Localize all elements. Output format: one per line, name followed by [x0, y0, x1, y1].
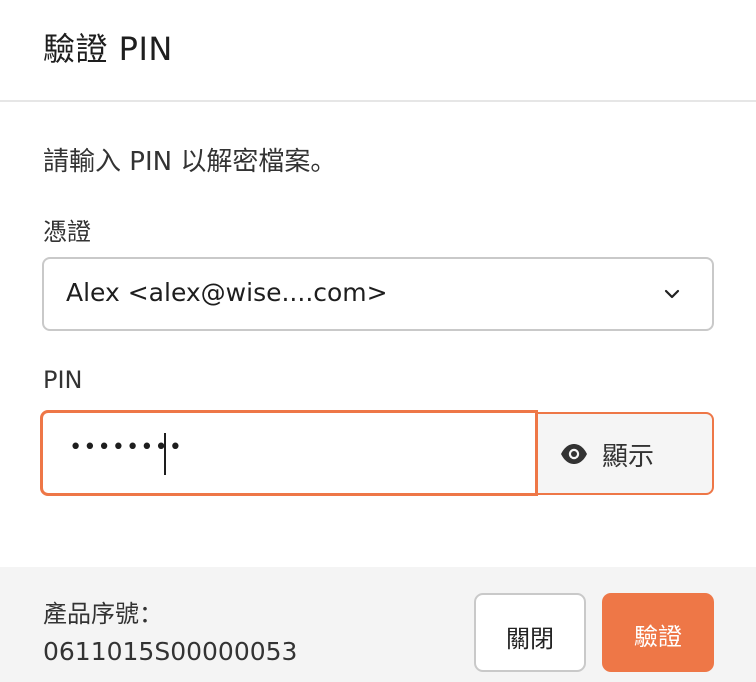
credential-selected-value: Alex <alex@wise....com>	[66, 278, 388, 307]
dialog-prompt: 請輸入 PIN 以解密檔案。	[43, 147, 337, 177]
credential-label: 憑證	[43, 218, 91, 246]
show-pin-button[interactable]: 顯示	[536, 412, 714, 495]
dialog-footer: 產品序號： 0611015S00000053 關閉 驗證	[0, 567, 756, 682]
serial-number-value: 0611015S00000053	[43, 637, 298, 666]
verify-pin-dialog: 驗證 PIN 請輸入 PIN 以解密檔案。 憑證 Alex <alex@wise…	[0, 0, 756, 682]
close-button[interactable]: 關閉	[474, 593, 586, 672]
close-button-label: 關閉	[506, 625, 554, 653]
verify-button[interactable]: 驗證	[602, 593, 714, 672]
text-caret	[164, 433, 166, 475]
eye-icon	[561, 444, 587, 464]
pin-label: PIN	[43, 366, 83, 394]
dialog-header: 驗證 PIN	[0, 0, 756, 102]
pin-input[interactable]: ••••••••	[40, 410, 538, 496]
dialog-title: 驗證 PIN	[43, 30, 173, 68]
verify-button-label: 驗證	[634, 623, 682, 651]
serial-number-label: 產品序號：	[43, 600, 163, 628]
chevron-down-icon	[664, 289, 680, 299]
show-pin-label: 顯示	[602, 442, 655, 472]
credential-select[interactable]: Alex <alex@wise....com>	[42, 257, 714, 331]
pin-field-group: •••••••• 顯示	[40, 410, 714, 496]
